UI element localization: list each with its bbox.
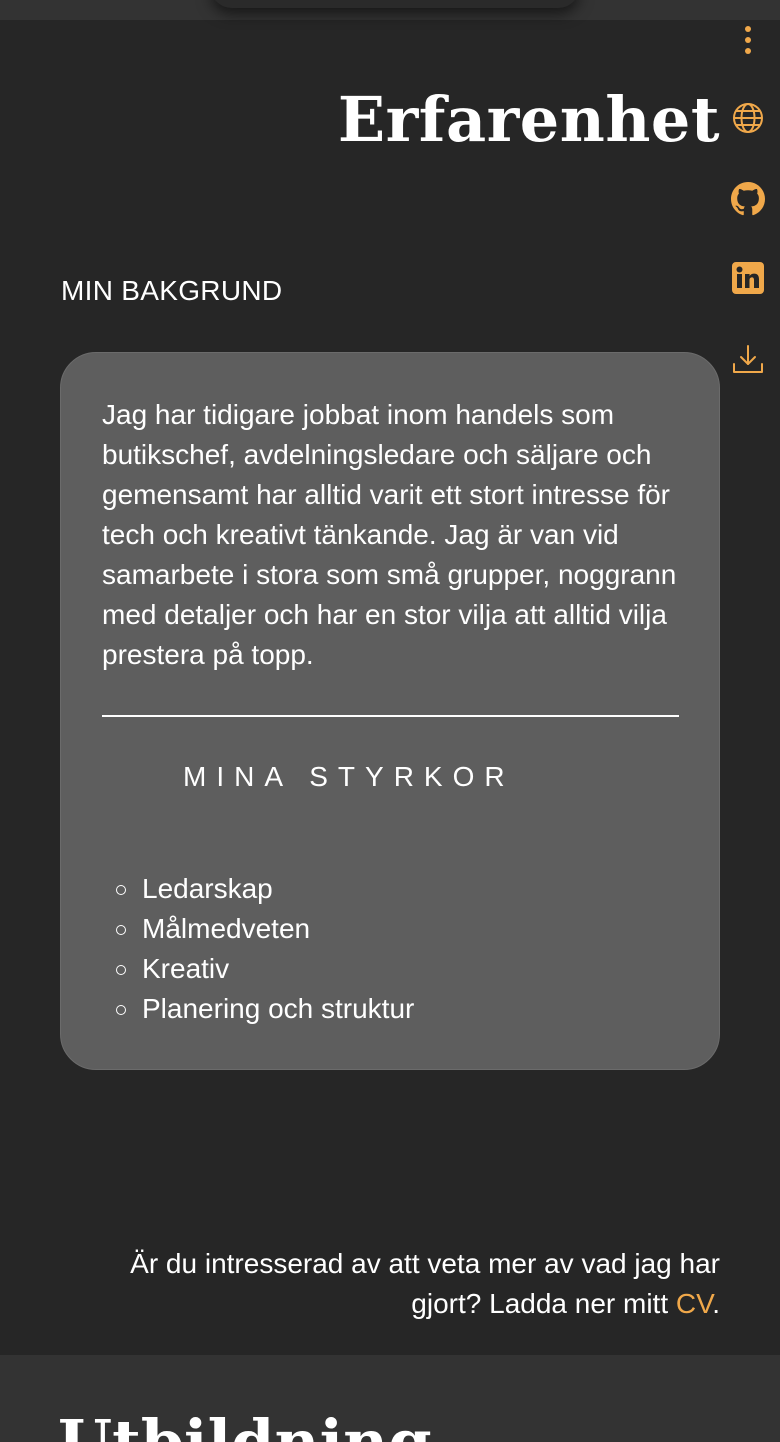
globe-icon (733, 103, 763, 133)
more-menu-button[interactable] (724, 22, 772, 58)
page-title: Erfarenhet (337, 83, 720, 156)
strengths-list: Ledarskap Målmedveten Kreativ Planering … (116, 869, 415, 1029)
section-label: MIN BAKGRUND (61, 275, 283, 306)
website-link[interactable] (724, 100, 772, 136)
background-card: Jag har tidigare jobbat inom handels som… (60, 352, 720, 1070)
bullet-icon (116, 1005, 126, 1015)
bullet-icon (116, 925, 126, 935)
list-item: Målmedveten (116, 909, 414, 949)
background-intro: Jag har tidigare jobbat inom handels som… (102, 399, 677, 670)
linkedin-link[interactable] (724, 260, 772, 296)
cta-text: Är du intresserad av att veta mer av vad… (130, 1248, 720, 1319)
cv-link[interactable]: CV (676, 1288, 712, 1319)
list-item: Planering och struktur (116, 989, 415, 1029)
github-icon (731, 182, 765, 216)
cta-end: . (712, 1288, 720, 1319)
list-item: Ledarskap (116, 869, 414, 909)
list-item: Kreativ (116, 949, 414, 989)
top-bar (0, 0, 780, 20)
strengths-title: MINA STYRKOR (183, 761, 515, 792)
more-vertical-icon (745, 26, 751, 54)
github-link[interactable] (724, 180, 772, 218)
download-cv-button[interactable] (724, 340, 772, 378)
education-title: Utbildning (58, 1405, 432, 1442)
divider (102, 715, 679, 717)
strength-label: Ledarskap (142, 873, 273, 904)
strength-label: Kreativ (142, 953, 230, 984)
top-shadow-notch (210, 0, 580, 8)
education-section: Utbildning (0, 1355, 780, 1442)
bullet-icon (116, 965, 126, 975)
strength-label: Målmedveten (142, 913, 311, 944)
linkedin-icon (732, 262, 764, 294)
download-icon (733, 345, 763, 373)
bullet-icon (116, 885, 126, 895)
cv-call-to-action: Är du intresserad av att veta mer av vad… (80, 1244, 720, 1324)
strength-label: Planering och struktur (142, 993, 415, 1024)
